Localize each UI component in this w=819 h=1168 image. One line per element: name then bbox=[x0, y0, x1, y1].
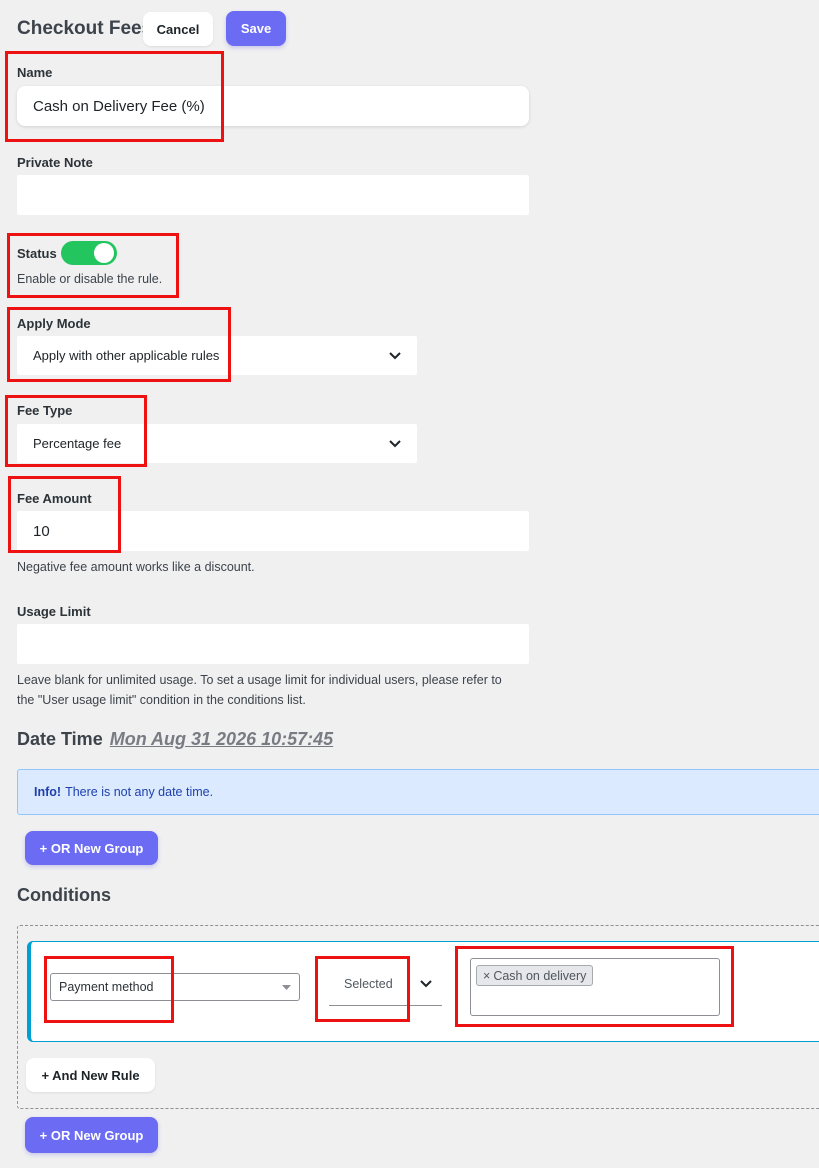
chevron-down-icon bbox=[389, 351, 401, 360]
date-time-heading: Date Time Mon Aug 31 2026 10:57:45 bbox=[17, 729, 333, 750]
highlight-box-fee-amount bbox=[8, 476, 121, 553]
cancel-button[interactable]: Cancel bbox=[143, 12, 213, 46]
highlight-box-condition-operator bbox=[315, 956, 410, 1022]
date-time-title: Date Time bbox=[17, 729, 103, 749]
conditions-heading: Conditions bbox=[17, 885, 111, 905]
highlight-box-condition-values bbox=[455, 946, 734, 1027]
highlight-box-condition-type bbox=[44, 956, 174, 1023]
save-button[interactable]: Save bbox=[226, 11, 286, 46]
info-text: There is not any date time. bbox=[65, 785, 214, 799]
date-time-info-notice: Info! There is not any date time. bbox=[17, 769, 819, 815]
fee-amount-help: Negative fee amount works like a discoun… bbox=[17, 560, 255, 574]
usage-limit-input[interactable] bbox=[17, 624, 529, 664]
add-or-group-button[interactable]: + OR New Group bbox=[25, 1117, 158, 1153]
highlight-box-fee-type bbox=[5, 395, 147, 467]
date-time-value[interactable]: Mon Aug 31 2026 10:57:45 bbox=[110, 729, 333, 749]
chevron-down-icon bbox=[389, 439, 401, 448]
private-note-label: Private Note bbox=[17, 155, 93, 170]
private-note-input[interactable] bbox=[17, 175, 529, 215]
usage-limit-label: Usage Limit bbox=[17, 604, 91, 619]
usage-limit-help-line2: the "User usage limit" condition in the … bbox=[17, 693, 306, 707]
usage-limit-help-line1: Leave blank for unlimited usage. To set … bbox=[17, 673, 502, 687]
add-and-rule-button[interactable]: + And New Rule bbox=[26, 1058, 155, 1092]
caret-down-icon bbox=[282, 984, 291, 990]
highlight-box-status bbox=[7, 233, 179, 298]
info-label: Info! bbox=[34, 785, 62, 799]
chevron-down-icon bbox=[420, 980, 432, 988]
usage-limit-help: Leave blank for unlimited usage. To set … bbox=[17, 670, 537, 710]
page-title: Checkout Fees bbox=[17, 18, 153, 39]
add-or-group-button-date[interactable]: + OR New Group bbox=[25, 831, 158, 865]
highlight-box-name bbox=[5, 51, 224, 142]
highlight-box-apply-mode bbox=[7, 307, 231, 382]
